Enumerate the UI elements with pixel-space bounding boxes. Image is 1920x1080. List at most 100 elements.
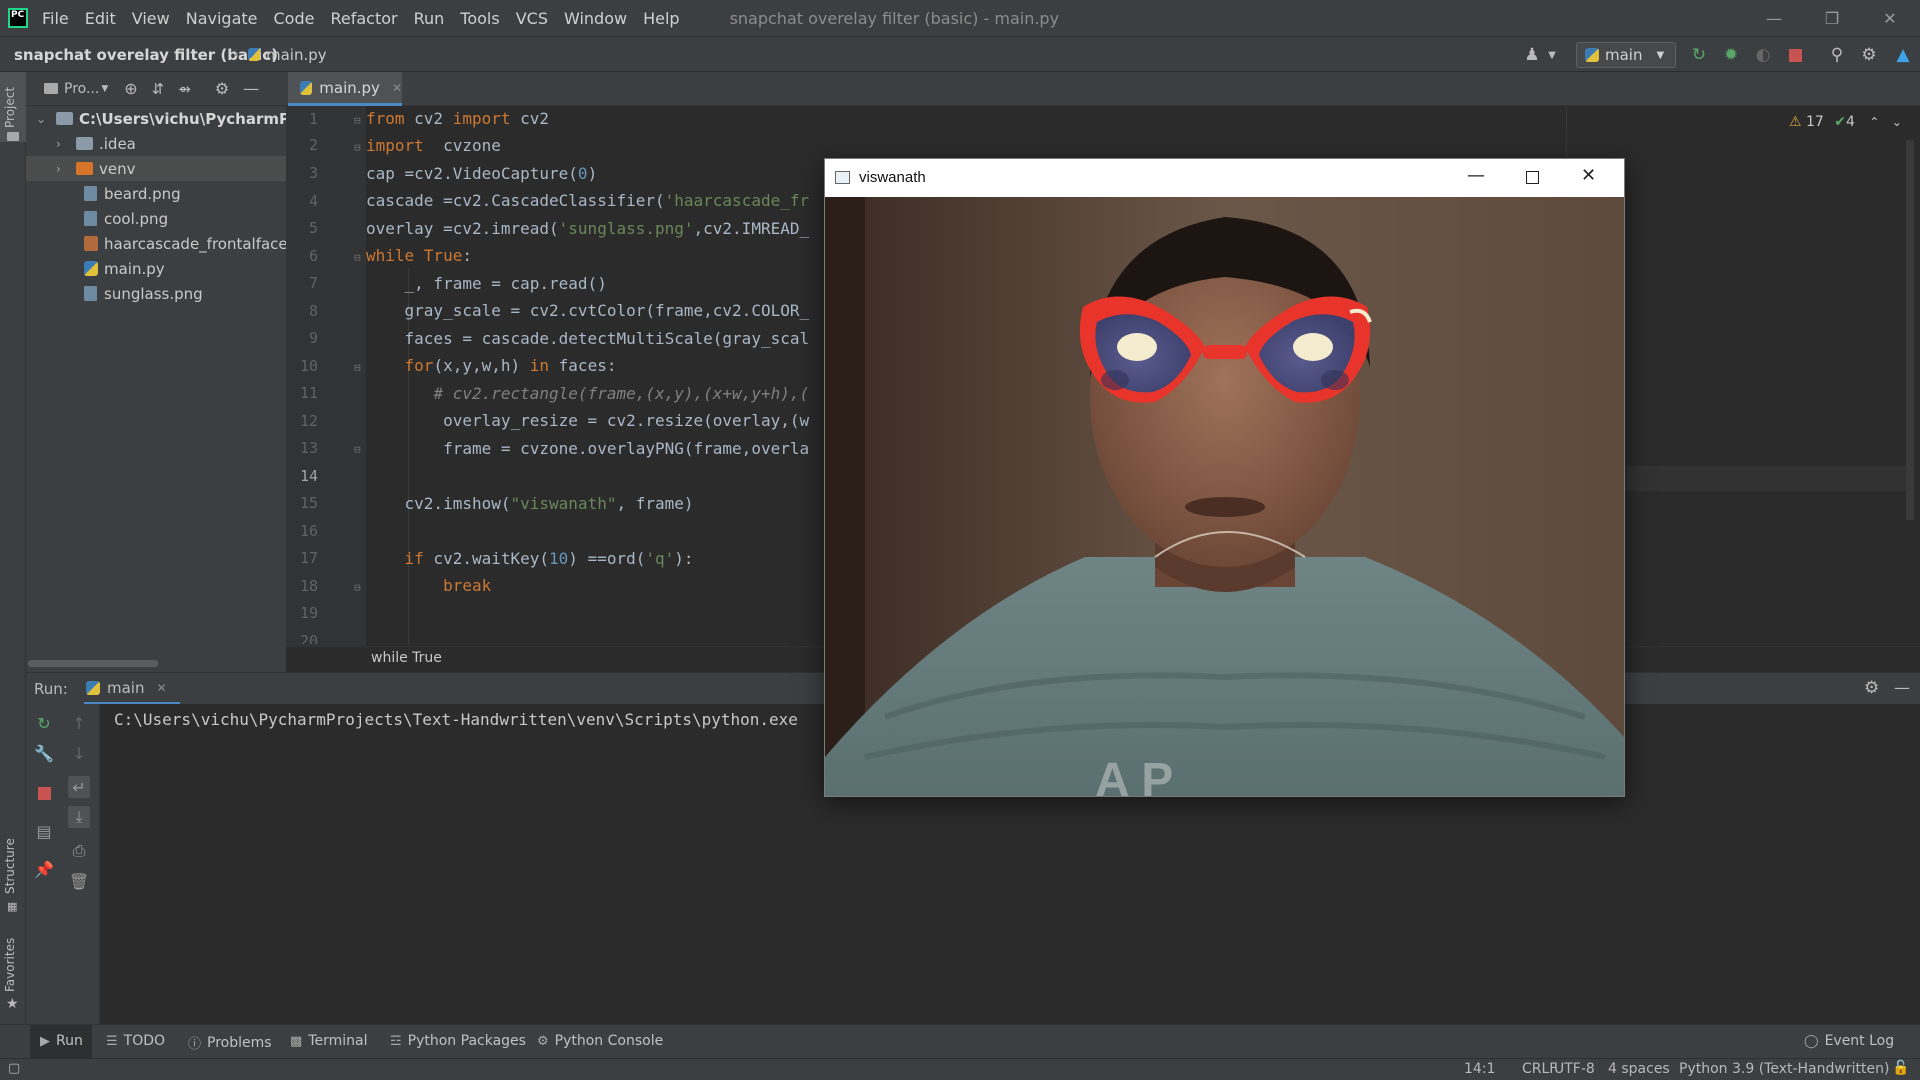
scroll-to-end-icon[interactable]: ⤓: [68, 806, 90, 828]
chevron-down-icon[interactable]: ▼: [101, 84, 108, 94]
tab-structure[interactable]: Structure: [3, 838, 17, 894]
collapse-all-icon[interactable]: ⇴: [178, 80, 191, 98]
rerun-icon[interactable]: ↻: [33, 712, 55, 734]
menu-code[interactable]: Code: [274, 9, 315, 28]
arrow-up-icon[interactable]: ↑: [68, 712, 90, 734]
menu-view[interactable]: View: [132, 9, 170, 28]
menu-navigate[interactable]: Navigate: [186, 9, 258, 28]
menu-run[interactable]: Run: [414, 9, 445, 28]
tree-item-haarcascade[interactable]: haarcascade_frontalface_de: [84, 231, 314, 256]
tool-run[interactable]: ▶ Run: [40, 1033, 83, 1049]
editor-scrollbar[interactable]: [1906, 140, 1914, 520]
tree-item-main-py[interactable]: main.py: [84, 256, 165, 281]
close-icon[interactable]: ✕: [1581, 165, 1596, 186]
menu-refactor[interactable]: Refactor: [330, 9, 397, 28]
run-config-select[interactable]: main ▼: [1576, 42, 1676, 68]
minimize-icon[interactable]: —: [1745, 0, 1803, 36]
fold-icon[interactable]: ⊟: [354, 361, 361, 374]
maximize-icon[interactable]: [1526, 171, 1539, 184]
restore-icon[interactable]: ❐: [1803, 0, 1861, 36]
trash-icon[interactable]: 🗑: [68, 870, 90, 892]
chevron-down-icon[interactable]: ⌄: [1892, 115, 1902, 129]
arrow-down-icon[interactable]: ↓: [68, 742, 90, 764]
tree-item-cool-png[interactable]: cool.png: [84, 206, 168, 231]
menu-tools[interactable]: Tools: [460, 9, 499, 28]
tree-item-sunglass-png[interactable]: sunglass.png: [84, 281, 203, 306]
soft-wrap-icon[interactable]: ↵: [68, 776, 90, 798]
hide-panel-icon[interactable]: —: [1894, 678, 1910, 697]
tree-item-idea[interactable]: › .idea: [56, 131, 136, 156]
menu-vcs[interactable]: VCS: [516, 9, 548, 28]
hide-panel-icon[interactable]: —: [243, 79, 259, 98]
menu-file[interactable]: File: [42, 9, 69, 28]
check-icon: ✔: [1834, 114, 1847, 130]
gear-icon[interactable]: ⚙: [215, 79, 229, 98]
caret-position[interactable]: 14:1: [1464, 1061, 1495, 1077]
gear-icon[interactable]: ⚙: [1864, 678, 1879, 698]
fold-icon[interactable]: ⊟: [354, 581, 361, 594]
close-tab-icon[interactable]: ✕: [156, 681, 166, 695]
close-icon[interactable]: ✕: [1861, 0, 1919, 36]
line-number: 20: [299, 632, 318, 644]
fold-icon[interactable]: ⊟: [354, 141, 361, 154]
breadcrumb-file[interactable]: main.py: [248, 46, 327, 64]
chevron-down-icon[interactable]: ▼: [1542, 45, 1562, 65]
cv2-image-window[interactable]: viswanath — ✕ A P: [824, 158, 1625, 797]
tree-item-venv[interactable]: › venv: [26, 156, 286, 181]
tab-main-py[interactable]: main.py ✕: [288, 72, 402, 106]
menu-window[interactable]: Window: [564, 9, 627, 28]
user-icon[interactable]: ♟: [1522, 45, 1542, 65]
chevron-right-icon[interactable]: ›: [56, 162, 68, 176]
breadcrumb-while[interactable]: while True: [371, 650, 442, 666]
gear-icon[interactable]: ⚙: [1859, 45, 1879, 65]
coverage-icon[interactable]: ◐: [1753, 45, 1773, 65]
pin-icon[interactable]: 📌: [33, 858, 55, 880]
tool-python-packages[interactable]: ☲ Python Packages: [390, 1033, 526, 1049]
run-tab-main[interactable]: main ✕: [84, 673, 180, 705]
fold-icon[interactable]: ⊟: [354, 114, 361, 127]
tool-event-log[interactable]: ◯ Event Log: [1804, 1033, 1894, 1049]
tree-item-label: cool.png: [104, 209, 169, 228]
navigation-bar: snapchat overelay filter (basic) › main.…: [0, 36, 1920, 72]
tab-project[interactable]: Project: [3, 87, 17, 128]
wrench-icon[interactable]: 🔧: [33, 742, 55, 764]
tab-favorites[interactable]: Favorites: [3, 938, 17, 992]
tool-todo[interactable]: ☰ TODO: [106, 1033, 165, 1049]
horizontal-scrollbar[interactable]: [28, 660, 158, 667]
close-tab-icon[interactable]: ✕: [392, 81, 402, 95]
menu-edit[interactable]: Edit: [85, 9, 116, 28]
rerun-icon[interactable]: ↻: [1689, 45, 1709, 65]
tool-terminal[interactable]: ▩ Terminal: [290, 1033, 367, 1049]
search-icon[interactable]: ⚲: [1827, 45, 1847, 65]
cv2-window-titlebar[interactable]: viswanath — ✕: [825, 159, 1624, 197]
jetbrains-toolbox-icon[interactable]: ▲: [1893, 45, 1913, 65]
line-separator[interactable]: CRLF: [1522, 1061, 1557, 1077]
chevron-right-icon[interactable]: ›: [56, 137, 68, 151]
chevron-up-icon[interactable]: ⌃: [1869, 115, 1879, 129]
chevron-down-icon[interactable]: ⌄: [36, 112, 48, 126]
inspection-widget[interactable]: ⚠ 17 ✔4 ⌃ ⌄: [1789, 114, 1902, 130]
indent-setting[interactable]: 4 spaces: [1608, 1061, 1670, 1077]
menu-help[interactable]: Help: [643, 9, 679, 28]
print-icon[interactable]: ⎙: [68, 840, 90, 862]
stop-icon[interactable]: [1785, 45, 1805, 65]
project-view-select[interactable]: Pro...: [64, 81, 99, 97]
tree-item-label: main.py: [104, 259, 165, 278]
fold-icon[interactable]: ⊟: [354, 443, 361, 456]
stop-icon[interactable]: [33, 782, 55, 804]
debug-icon[interactable]: ✹: [1721, 45, 1741, 65]
layout-icon[interactable]: ▤: [33, 820, 55, 842]
file-encoding[interactable]: UTF-8: [1554, 1061, 1595, 1077]
lock-icon[interactable]: 🔓: [1892, 1060, 1909, 1076]
panel-toggle-icon[interactable]: ▢: [8, 1061, 20, 1076]
python-interpreter[interactable]: Python 3.9 (Text-Handwritten): [1679, 1061, 1889, 1077]
fold-icon[interactable]: ⊟: [354, 251, 361, 264]
tree-item-beard-png[interactable]: beard.png: [84, 181, 181, 206]
locate-icon[interactable]: ⊕: [124, 79, 137, 98]
minimize-icon[interactable]: —: [1467, 165, 1485, 186]
tool-python-console[interactable]: ⚙ Python Console: [537, 1033, 663, 1049]
tree-root[interactable]: ⌄ C:\Users\vichu\PycharmProje: [36, 106, 323, 131]
tool-problems[interactable]: ⓘ Problems: [188, 1033, 272, 1053]
line-number: 4: [308, 192, 318, 210]
expand-all-icon[interactable]: ⇵: [152, 80, 165, 98]
